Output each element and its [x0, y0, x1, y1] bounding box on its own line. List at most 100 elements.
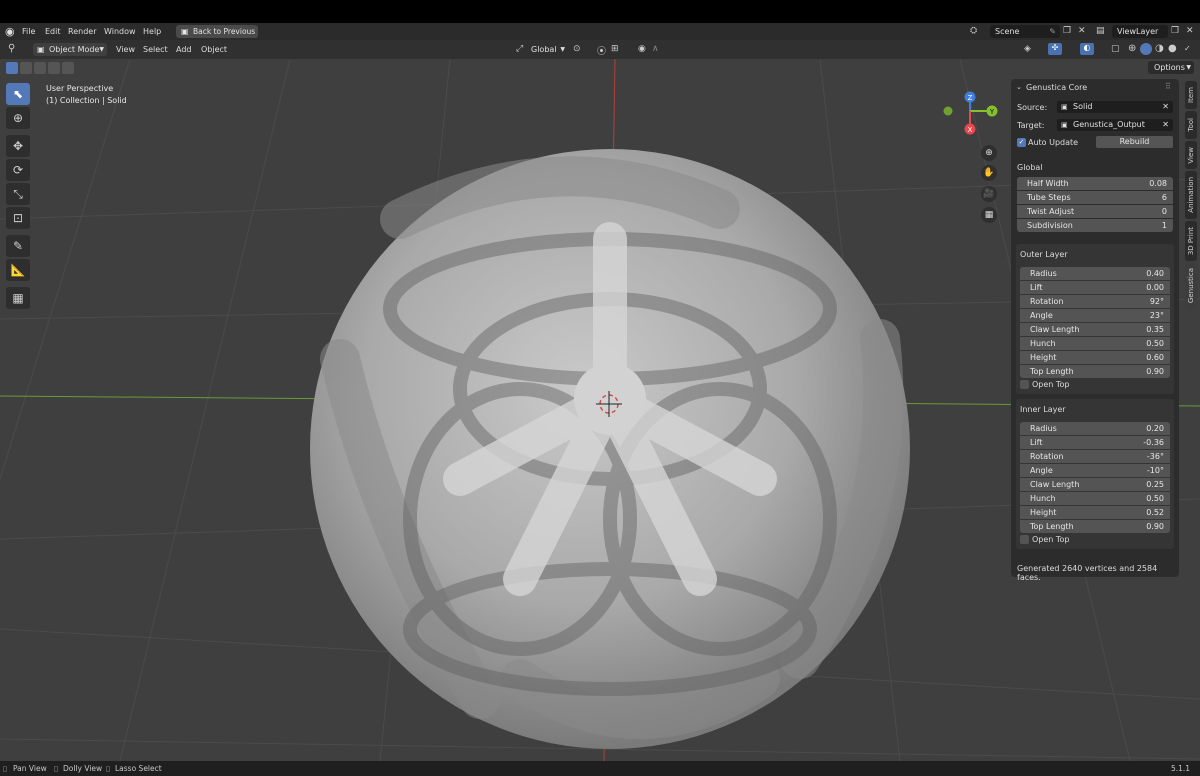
- zoom-icon[interactable]: ⊕: [981, 145, 997, 161]
- collapse-chevron-icon[interactable]: ⌄: [1016, 83, 1022, 91]
- remove-viewlayer-icon[interactable]: ✕: [1186, 26, 1194, 36]
- blender-logo-icon[interactable]: ◉: [5, 25, 15, 38]
- menu-add[interactable]: Add: [176, 45, 192, 54]
- scale-tool-icon[interactable]: ⤡: [6, 183, 30, 205]
- select-new-icon[interactable]: [6, 62, 18, 74]
- source-field[interactable]: ▣ Solid ✕: [1057, 101, 1173, 113]
- target-field[interactable]: ▣ Genustica_Output ✕: [1057, 119, 1173, 131]
- select-tool-icon[interactable]: ⬉: [6, 83, 30, 105]
- menu-file[interactable]: File: [22, 27, 35, 36]
- property-row[interactable]: Height 0.52: [1020, 506, 1170, 519]
- property-row[interactable]: Radius 0.20: [1020, 422, 1170, 435]
- clear-source-icon[interactable]: ✕: [1162, 101, 1169, 113]
- property-row[interactable]: Lift -0.36: [1020, 436, 1170, 449]
- inner-open-top-checkbox[interactable]: [1020, 535, 1029, 544]
- rotate-tool-icon[interactable]: ⟳: [6, 159, 30, 181]
- genustica-mesh[interactable]: [310, 149, 910, 749]
- property-row[interactable]: Subdivision 1: [1017, 219, 1173, 232]
- menu-render[interactable]: Render: [68, 27, 96, 36]
- pivot-icon[interactable]: ⊙: [573, 44, 581, 54]
- add-cube-tool-icon[interactable]: ▦: [6, 287, 30, 309]
- menu-window[interactable]: Window: [104, 27, 136, 36]
- overlay-icon[interactable]: ◐: [1080, 43, 1094, 55]
- transform-orientation-icon[interactable]: ⤢: [516, 44, 523, 54]
- tab-view[interactable]: View: [1185, 141, 1197, 169]
- property-row[interactable]: Radius 0.40: [1020, 267, 1170, 280]
- pin-icon[interactable]: ✎: [1049, 25, 1056, 38]
- property-row[interactable]: Top Length 0.90: [1020, 365, 1170, 378]
- tab-genustica[interactable]: Genustica: [1185, 263, 1197, 309]
- property-row[interactable]: Angle 23°: [1020, 309, 1170, 322]
- outer-open-top-checkbox[interactable]: [1020, 380, 1029, 389]
- back-to-previous-button[interactable]: ▣ Back to Previous: [176, 25, 258, 38]
- property-row[interactable]: Rotation -36°: [1020, 450, 1170, 463]
- measure-tool-icon[interactable]: 📐: [6, 259, 30, 281]
- shading-options-icon[interactable]: ✓: [1184, 44, 1191, 53]
- transform-tool-icon[interactable]: ⊡: [6, 207, 30, 229]
- menu-object[interactable]: Object: [201, 45, 227, 54]
- xray-icon[interactable]: ▢: [1111, 44, 1120, 54]
- move-tool-icon[interactable]: ✥: [6, 135, 30, 157]
- property-label: Lift: [1030, 283, 1043, 292]
- snap-icon[interactable]: ⦿: [597, 44, 606, 57]
- viewlayer-icon[interactable]: ▤: [1096, 26, 1105, 36]
- property-row[interactable]: Lift 0.00: [1020, 281, 1170, 294]
- property-row[interactable]: Rotation 92°: [1020, 295, 1170, 308]
- object-mode-icon: ▣: [37, 45, 45, 54]
- menu-view[interactable]: View: [116, 45, 135, 54]
- property-row[interactable]: Twist Adjust 0: [1017, 205, 1173, 218]
- select-invert-icon[interactable]: [48, 62, 60, 74]
- 3d-viewport[interactable]: ⬉ ⊕ ✥ ⟳ ⤡ ⊡ ✎ 📐 ▦ User Perspective (1) C…: [0, 59, 1200, 761]
- new-viewlayer-icon[interactable]: ❐: [1171, 26, 1179, 36]
- property-label: Subdivision: [1027, 221, 1073, 230]
- camera-icon[interactable]: 🎥: [981, 186, 997, 202]
- mode-selector[interactable]: ▣ Object Mode ▼: [33, 43, 107, 56]
- property-row[interactable]: Angle -10°: [1020, 464, 1170, 477]
- wireframe-shading-icon[interactable]: ⊕: [1128, 43, 1136, 54]
- viewlayer-selector[interactable]: ViewLayer: [1112, 25, 1168, 38]
- proportional-edit-icon[interactable]: ◉: [638, 44, 646, 54]
- auto-update-checkbox[interactable]: ✓: [1017, 138, 1026, 147]
- rebuild-button[interactable]: Rebuild: [1096, 136, 1173, 148]
- property-value: 6: [1161, 193, 1167, 202]
- tab-animation[interactable]: Animation: [1185, 171, 1197, 219]
- property-row[interactable]: Half Width 0.08: [1017, 177, 1173, 190]
- menu-edit[interactable]: Edit: [45, 27, 61, 36]
- material-shading-icon[interactable]: ◑: [1155, 43, 1164, 54]
- property-row[interactable]: Claw Length 0.35: [1020, 323, 1170, 336]
- snap-target-icon[interactable]: ⊞: [611, 44, 619, 54]
- clear-target-icon[interactable]: ✕: [1162, 119, 1169, 131]
- visibility-icon[interactable]: ◈: [1024, 44, 1031, 54]
- tab-item[interactable]: Item: [1185, 81, 1197, 109]
- perspective-grid-icon[interactable]: ▦: [981, 207, 997, 223]
- property-row[interactable]: Hunch 0.50: [1020, 337, 1170, 350]
- gizmo-icon[interactable]: ✣: [1048, 43, 1062, 55]
- options-dropdown[interactable]: Options ▼: [1148, 61, 1194, 74]
- rendered-shading-icon[interactable]: ●: [1168, 43, 1177, 54]
- annotate-tool-icon[interactable]: ✎: [6, 235, 30, 257]
- falloff-icon[interactable]: ∧: [652, 44, 659, 54]
- property-row[interactable]: Tube Steps 6: [1017, 191, 1173, 204]
- tab-tool[interactable]: Tool: [1185, 111, 1197, 139]
- property-row[interactable]: Height 0.60: [1020, 351, 1170, 364]
- tab-3d-print[interactable]: 3D Print: [1185, 221, 1197, 261]
- scene-selector[interactable]: Scene ✎: [990, 25, 1060, 38]
- property-row[interactable]: Top Length 0.90: [1020, 520, 1170, 533]
- menu-select[interactable]: Select: [143, 45, 168, 54]
- drag-handle-icon[interactable]: ⠿: [1165, 82, 1171, 91]
- new-scene-icon[interactable]: ❐: [1063, 26, 1071, 36]
- editor-type-icon[interactable]: ⚲: [8, 43, 15, 54]
- remove-scene-icon[interactable]: ✕: [1078, 26, 1086, 36]
- orientation-selector[interactable]: Global ▼: [528, 43, 566, 56]
- solid-shading-icon[interactable]: [1140, 43, 1152, 55]
- property-row[interactable]: Claw Length 0.25: [1020, 478, 1170, 491]
- pan-hand-icon[interactable]: ✋: [981, 165, 997, 181]
- select-extend-icon[interactable]: [20, 62, 32, 74]
- property-row[interactable]: Hunch 0.50: [1020, 492, 1170, 505]
- menu-help[interactable]: Help: [143, 27, 161, 36]
- select-subtract-icon[interactable]: [34, 62, 46, 74]
- cursor-tool-icon[interactable]: ⊕: [6, 107, 30, 129]
- navigation-gizmo[interactable]: Z Y X: [940, 91, 1010, 151]
- scene-icon[interactable]: ⛭: [970, 26, 977, 36]
- select-intersect-icon[interactable]: [62, 62, 74, 74]
